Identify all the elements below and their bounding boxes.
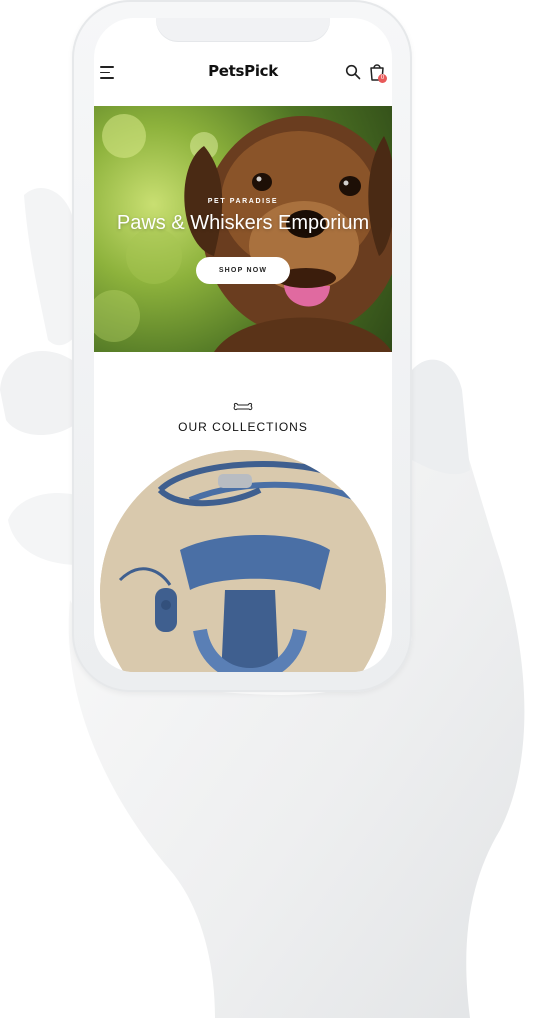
hero-eyebrow: PET PARADISE — [207, 198, 279, 205]
bone-icon — [233, 402, 253, 411]
search-icon[interactable] — [345, 64, 361, 80]
shop-now-button[interactable]: SHOP NOW — [196, 257, 290, 284]
collection-image[interactable] — [100, 450, 386, 672]
phone-notch — [156, 18, 330, 42]
hero-title: Paws & Whiskers Emporium — [116, 212, 370, 234]
collections-title: OUR COLLECTIONS — [178, 420, 308, 434]
dog-harness-photo — [100, 450, 386, 672]
cart-count-badge: 0 — [378, 74, 387, 83]
hero-banner: PET PARADISE Paws & Whiskers Emporium SH… — [94, 106, 392, 352]
phone-screen: PetsPick 0 PET PARADISE Paws & Whiskers … — [94, 18, 392, 672]
header-bar: PetsPick 0 — [94, 58, 392, 88]
